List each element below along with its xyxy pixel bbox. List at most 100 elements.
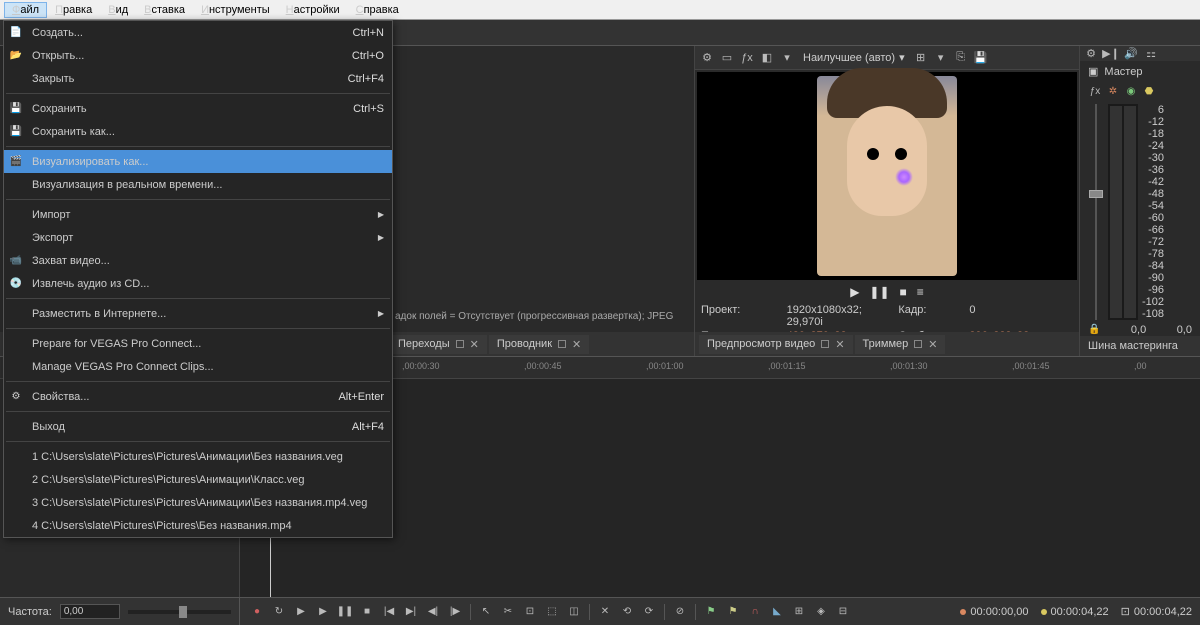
play-icon[interactable]: ▶ — [314, 603, 332, 621]
fader-thumb[interactable] — [1089, 190, 1103, 198]
menu-вставка[interactable]: Вставка — [136, 2, 193, 18]
menu-item[interactable]: Визуализация в реальном времени... — [4, 173, 392, 196]
menu-item[interactable]: 📂Открыть...Ctrl+O — [4, 44, 392, 67]
next-frame-icon[interactable]: |▶ — [446, 603, 464, 621]
grid-icon[interactable]: ⊞ — [913, 50, 929, 66]
stop-icon[interactable]: ■ — [900, 285, 907, 299]
tool-icon[interactable]: ✂ — [499, 603, 517, 621]
stop-icon[interactable]: ■ — [358, 603, 376, 621]
menu-item[interactable]: 💿Извлечь аудио из CD... — [4, 272, 392, 295]
tab-Предпросмотр видео[interactable]: Предпросмотр видео ✕ — [699, 335, 853, 354]
preview-transport: ▶ ❚❚ ■ ≡ — [695, 282, 1079, 302]
gear-icon[interactable]: ⚙ — [1084, 47, 1098, 61]
tool-icon[interactable]: ⊘ — [671, 603, 689, 621]
rate-slider[interactable] — [128, 610, 231, 614]
menu-item[interactable]: 🎬Визуализировать как... — [4, 150, 392, 173]
close-icon[interactable]: ✕ — [470, 338, 479, 351]
close-icon[interactable]: ✕ — [835, 338, 844, 351]
pin-icon[interactable] — [821, 340, 829, 348]
fx-icon[interactable]: ƒx — [739, 50, 755, 66]
rate-input[interactable] — [60, 604, 120, 619]
tool-icon[interactable]: ✕ — [596, 603, 614, 621]
play-icon[interactable]: ▶ — [850, 285, 859, 299]
chevron-down-icon[interactable]: ▾ — [933, 50, 949, 66]
menu-item[interactable]: Manage VEGAS Pro Connect Clips... — [4, 355, 392, 378]
speaker-icon[interactable]: 🔊 — [1124, 47, 1138, 61]
preview-panel: ⚙ ▭ ƒx ◧ ▾ Наилучшее (авто) ▾ ⊞ ▾ ⎘ 💾 ▶ … — [695, 46, 1080, 356]
play-start-icon[interactable]: ▶ — [292, 603, 310, 621]
menu-item[interactable]: Экспорт▶ — [4, 226, 392, 249]
video-preview — [697, 72, 1077, 280]
tool-icon[interactable]: ↖ — [477, 603, 495, 621]
record-icon[interactable]: ● — [248, 603, 266, 621]
menu-настройки[interactable]: Настройки — [278, 2, 348, 18]
menu-правка[interactable]: Правка — [47, 2, 100, 18]
master-tab[interactable]: Шина мастеринга — [1080, 336, 1200, 356]
tool-icon[interactable]: ◈ — [812, 603, 830, 621]
close-icon[interactable]: ✕ — [928, 338, 937, 351]
loop-icon[interactable]: ↻ — [270, 603, 288, 621]
pin-icon[interactable] — [456, 340, 464, 348]
tool-icon[interactable]: ⊟ — [834, 603, 852, 621]
pin-icon[interactable] — [558, 340, 566, 348]
menu-справка[interactable]: Справка — [348, 2, 407, 18]
menu-item[interactable]: 4 C:\Users\slate\Pictures\Pictures\Без н… — [4, 514, 392, 537]
menu-icon: 🎬 — [8, 154, 24, 170]
menu-item[interactable]: Импорт▶ — [4, 203, 392, 226]
file-menu: 📄Создать...Ctrl+N📂Открыть...Ctrl+OЗакрыт… — [3, 20, 393, 538]
menu-item[interactable]: 2 C:\Users\slate\Pictures\Pictures\Анима… — [4, 468, 392, 491]
menu-item[interactable]: Разместить в Интернете...▶ — [4, 302, 392, 325]
close-icon[interactable]: ✕ — [572, 338, 581, 351]
menu-item[interactable]: 1 C:\Users\slate\Pictures\Pictures\Анима… — [4, 445, 392, 468]
menu-item[interactable]: 💾СохранитьCtrl+S — [4, 97, 392, 120]
transport-bar: ● ↻ ▶ ▶ ❚❚ ■ |◀ ▶| ◀| |▶ ↖ ✂ ⊡ ⬚ ◫ ✕ ⟲ ⟳… — [240, 603, 952, 621]
tab-Переходы[interactable]: Переходы ✕ — [390, 335, 487, 354]
split-icon[interactable]: ◧ — [759, 50, 775, 66]
menu-item[interactable]: Prepare for VEGAS Pro Connect... — [4, 332, 392, 355]
quality-dropdown[interactable]: Наилучшее (авто) ▾ — [799, 51, 909, 64]
lock-icon[interactable]: 🔒 — [1088, 324, 1100, 336]
menu-icon[interactable]: ≡ — [917, 285, 924, 299]
fx-orange-icon[interactable]: ✲ — [1106, 84, 1120, 98]
tool-icon[interactable]: ⟳ — [640, 603, 658, 621]
prev-frame-icon[interactable]: ◀| — [424, 603, 442, 621]
fx-icon[interactable]: ƒx — [1088, 84, 1102, 98]
menu-item[interactable]: 📹Захват видео... — [4, 249, 392, 272]
menu-item[interactable]: 📄Создать...Ctrl+N — [4, 21, 392, 44]
pause-icon[interactable]: ❚❚ — [869, 285, 889, 299]
gear-icon[interactable]: ⚙ — [699, 50, 715, 66]
copy-icon[interactable]: ⎘ — [953, 50, 969, 66]
tool-icon[interactable]: ⟲ — [618, 603, 636, 621]
master-toolbar: ⚙ ▶❙ 🔊 ⚏ — [1080, 46, 1200, 61]
sliders-icon[interactable]: ⚏ — [1144, 47, 1158, 61]
menu-item[interactable]: ⚙Свойства...Alt+Enter — [4, 385, 392, 408]
menu-файл[interactable]: Файл — [4, 2, 47, 18]
pin-icon[interactable] — [914, 340, 922, 348]
menu-item[interactable]: ВыходAlt+F4 — [4, 415, 392, 438]
menu-вид[interactable]: Вид — [100, 2, 136, 18]
save-icon[interactable]: 💾 — [973, 50, 989, 66]
tool-icon[interactable]: ⊞ — [790, 603, 808, 621]
menu-item[interactable]: ЗакрытьCtrl+F4 — [4, 67, 392, 90]
menu-item[interactable]: 💾Сохранить как... — [4, 120, 392, 143]
tab-Триммер[interactable]: Триммер ✕ — [855, 335, 946, 354]
fx-yellow-icon[interactable]: ⬣ — [1142, 84, 1156, 98]
tool-icon[interactable]: ⊡ — [521, 603, 539, 621]
go-end-icon[interactable]: ▶| — [402, 603, 420, 621]
pause-icon[interactable]: ❚❚ — [336, 603, 354, 621]
tool-icon[interactable]: ◫ — [565, 603, 583, 621]
marker-icon[interactable]: ⚑ — [702, 603, 720, 621]
go-start-icon[interactable]: |◀ — [380, 603, 398, 621]
play-icon[interactable]: ▶❙ — [1104, 47, 1118, 61]
monitor-icon[interactable]: ▭ — [719, 50, 735, 66]
snap-icon[interactable]: ∩ — [746, 603, 764, 621]
playback-rate: Частота: — [0, 598, 240, 625]
tab-Проводник[interactable]: Проводник ✕ — [489, 335, 589, 354]
chevron-down-icon[interactable]: ▾ — [779, 50, 795, 66]
menu-инструменты[interactable]: Инструменты — [193, 2, 278, 18]
tool-icon[interactable]: ⬚ — [543, 603, 561, 621]
menu-item[interactable]: 3 C:\Users\slate\Pictures\Pictures\Анима… — [4, 491, 392, 514]
marker-icon[interactable]: ⚑ — [724, 603, 742, 621]
tool-icon[interactable]: ◣ — [768, 603, 786, 621]
fx-green-icon[interactable]: ◉ — [1124, 84, 1138, 98]
